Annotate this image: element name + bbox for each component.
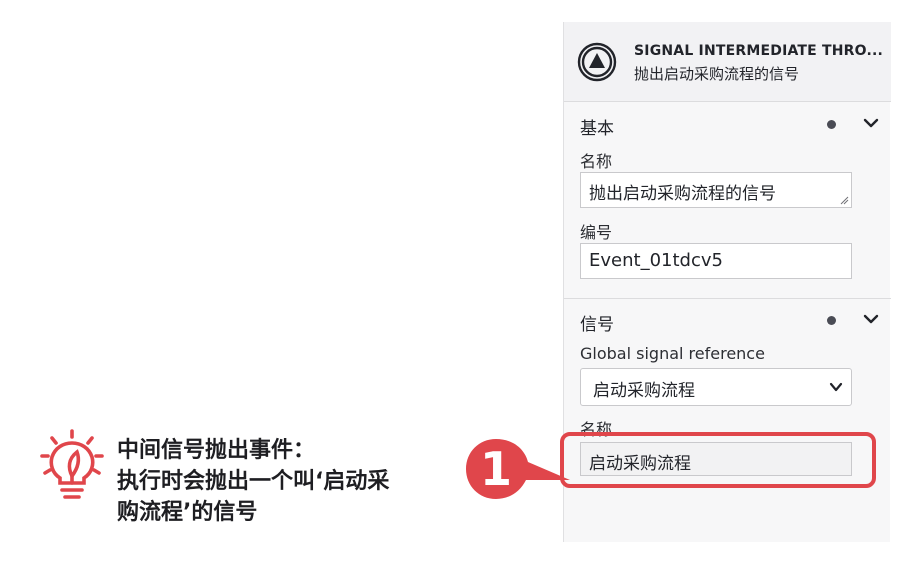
id-field[interactable]: Event_01tdcv5 [580, 243, 852, 279]
chevron-down-icon[interactable] [862, 114, 880, 132]
element-type-title: SIGNAL INTERMEDIATE THRO... [634, 43, 884, 59]
chevron-down-icon[interactable] [862, 310, 880, 328]
signal-ref-selected: 启动采购流程 [593, 381, 695, 401]
group-divider [564, 298, 891, 299]
note-line: 中间信号抛出事件： [117, 438, 316, 463]
highlight-frame [560, 432, 876, 488]
note-line: 购流程’的信号 [117, 500, 258, 525]
element-name-subtitle: 抛出启动采购流程的信号 [634, 65, 800, 83]
signal-throw-event-icon [577, 42, 617, 82]
name-label: 名称 [580, 152, 613, 171]
group-status-dot [827, 120, 836, 129]
signal-ref-select[interactable]: 启动采购流程 [580, 368, 852, 406]
group-status-dot [827, 316, 836, 325]
group-title-basic: 基本 [580, 119, 614, 139]
signal-ref-label: Global signal reference [580, 344, 765, 363]
note-line: 执行时会抛出一个叫‘启动采 [117, 469, 390, 494]
chevron-down-icon [829, 382, 843, 392]
step-number: 1 [479, 442, 512, 496]
lightbulb-icon [40, 429, 104, 499]
group-header-basic[interactable]: 基本 [564, 104, 891, 144]
annotation-note: 中间信号抛出事件： 执行时会抛出一个叫‘启动采 购流程’的信号 [117, 435, 457, 528]
screen: SIGNAL INTERMEDIATE THRO... 抛出启动采购流程的信号 … [0, 0, 911, 564]
name-field-value: 抛出启动采购流程的信号 [589, 184, 776, 204]
id-label: 编号 [580, 223, 613, 242]
name-field[interactable]: 抛出启动采购流程的信号 [580, 172, 852, 208]
group-title-signal: 信号 [580, 315, 614, 335]
group-header-signal[interactable]: 信号 [564, 300, 891, 340]
resize-handle-icon[interactable] [839, 195, 849, 205]
panel-header: SIGNAL INTERMEDIATE THRO... 抛出启动采购流程的信号 [564, 22, 891, 102]
